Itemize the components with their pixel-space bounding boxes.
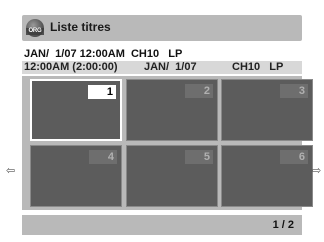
right-arrow-icon[interactable]: ⇨ [312,166,322,177]
recording-channel-mode: CH10 LP [232,61,284,73]
recording-time: 12:00AM (2:00:00) [24,61,118,73]
selected-title-info: JAN/ 1/07 12:00AM CH10 LP [22,48,302,61]
org-disc-icon: ORG [26,19,44,37]
org-icon-label: ORG [26,28,44,35]
title-thumbnail-6[interactable]: 6 [221,145,313,207]
selected-title-info-text: JAN/ 1/07 12:00AM CH10 LP [24,48,183,60]
title-thumbnail-2[interactable]: 2 [126,79,218,141]
footer-bar: 1 / 2 [22,215,302,235]
title-thumbnail-1[interactable]: 1 [30,79,122,141]
title-thumbnail-3[interactable]: 3 [221,79,313,141]
thumbnail-number: 4 [89,150,117,164]
selected-title-details: 12:00AM (2:00:00) JAN/ 1/07 CH10 LP [22,61,302,74]
thumbnail-number: 6 [280,150,308,164]
page-indicator: 1 / 2 [272,219,294,231]
thumbnail-number: 3 [280,84,308,98]
title-bar: ORG Liste titres [22,15,302,41]
thumbnail-grid: 1 2 3 4 5 6 [22,76,313,210]
thumbnail-number: 2 [185,84,213,98]
title-thumbnail-5[interactable]: 5 [126,145,218,207]
title-thumbnail-4[interactable]: 4 [30,145,122,207]
thumbnail-number: 1 [88,85,116,99]
title-list-screen: ORG Liste titres JAN/ 1/07 12:00AM CH10 … [0,0,324,242]
page-title: Liste titres [50,20,111,34]
recording-date: JAN/ 1/07 [144,61,197,73]
thumbnail-number: 5 [185,150,213,164]
left-arrow-icon[interactable]: ⇦ [6,166,16,177]
